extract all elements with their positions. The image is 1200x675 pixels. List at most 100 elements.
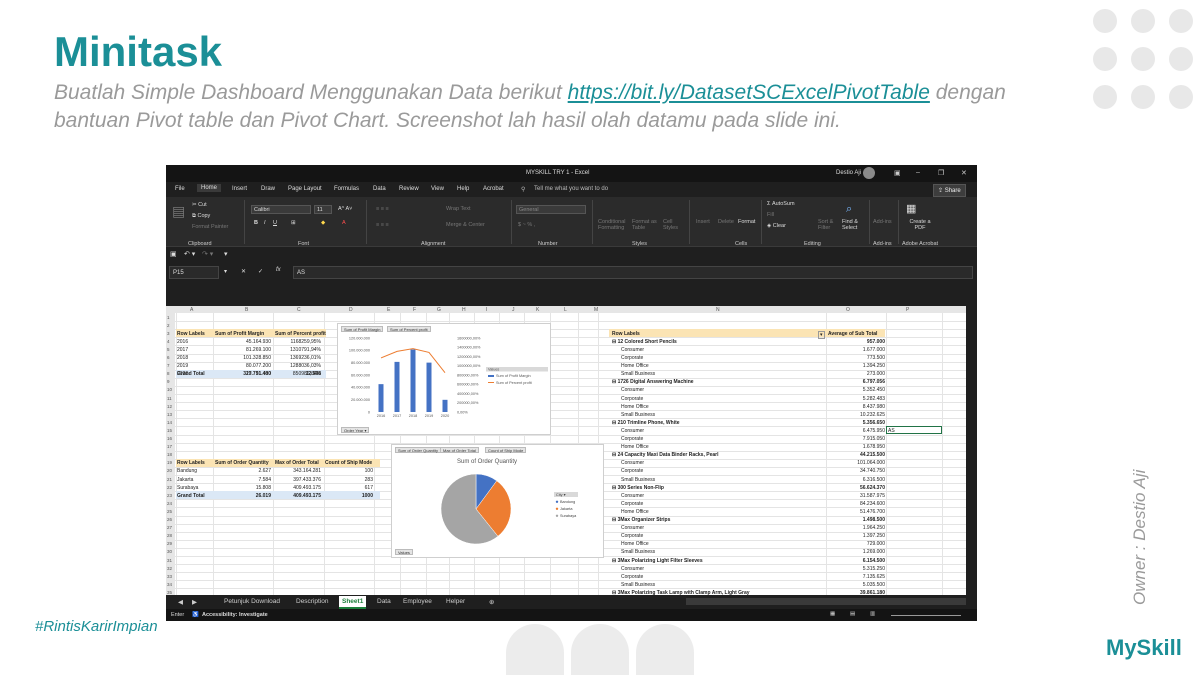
share-button[interactable]: ⇪ Share [933, 184, 966, 197]
merge-center-button[interactable]: Merge & Center [446, 222, 485, 228]
row-header[interactable]: 34 [167, 582, 172, 587]
bar-profit-margin[interactable] [426, 362, 432, 412]
row-header[interactable]: 19 [167, 460, 172, 465]
save-icon[interactable]: ▣ [170, 250, 177, 258]
row-header[interactable]: 10 [167, 387, 172, 392]
font-size-select[interactable]: 11 [314, 205, 332, 214]
prev-sheet-icon[interactable]: ◀ [178, 598, 183, 606]
borders-icon[interactable]: ⊞ [291, 220, 296, 226]
font-name-select[interactable]: Calibri [251, 205, 311, 214]
normal-view-icon[interactable]: ▦ [830, 611, 835, 617]
zoom-slider[interactable] [891, 615, 961, 616]
name-box[interactable]: P15 [169, 266, 219, 279]
conditional-formatting-button[interactable]: Conditional Formatting [598, 219, 626, 231]
row-header[interactable]: 14 [167, 420, 172, 425]
menu-view[interactable]: View [431, 186, 444, 192]
row-header[interactable]: 20 [167, 468, 172, 473]
filter-dropdown-icon[interactable]: ▾ [818, 330, 825, 339]
fill-color-icon[interactable]: ◆ [321, 220, 325, 226]
sheet-tab[interactable]: Helper [446, 598, 465, 605]
row-header[interactable]: 5 [167, 347, 170, 352]
insert-cells-button[interactable]: Insert [696, 219, 710, 225]
row-header[interactable]: 8 [167, 371, 170, 376]
sheet-tab[interactable]: Employee [403, 598, 432, 605]
bar-profit-margin[interactable] [442, 399, 448, 412]
row-header[interactable]: 11 [167, 396, 172, 401]
row-header[interactable]: 16 [167, 436, 172, 441]
row-header[interactable]: 13 [167, 412, 172, 417]
close-icon[interactable]: ✕ [961, 169, 967, 177]
currency-icon[interactable]: $ ~ % , [518, 222, 535, 228]
row-header[interactable]: 28 [167, 533, 172, 538]
cell-styles-button[interactable]: Cell Styles [663, 219, 683, 231]
addins-button[interactable]: Add-ins [873, 219, 892, 225]
row-header[interactable]: 1 [167, 315, 170, 320]
dataset-link[interactable]: https://bit.ly/DatasetSCExcelPivotTable [568, 81, 930, 104]
redo-icon[interactable]: ↷ ▾ [202, 250, 213, 258]
bar-profit-margin[interactable] [410, 349, 416, 412]
row-header[interactable]: 2 [167, 323, 170, 328]
cut-button[interactable]: ✂ Cut [192, 202, 207, 208]
menu-insert[interactable]: Insert [232, 186, 247, 192]
customize-qat-icon[interactable]: ▾ [224, 250, 228, 258]
formula-input[interactable]: AS [293, 266, 973, 279]
underline-icon[interactable]: U [273, 220, 277, 226]
page-layout-view-icon[interactable]: ▤ [850, 611, 855, 617]
menu-page-layout[interactable]: Page Layout [288, 186, 322, 192]
font-color-icon[interactable]: A [342, 220, 346, 226]
next-sheet-icon[interactable]: ▶ [192, 598, 197, 606]
page-break-view-icon[interactable]: ▥ [870, 611, 875, 617]
row-header[interactable]: 30 [167, 549, 172, 554]
format-cells-button[interactable]: Format [738, 219, 755, 225]
menu-file[interactable]: File [175, 186, 185, 192]
ribbon-display-icon[interactable]: ▣ [894, 169, 901, 177]
accessibility-status[interactable]: Accessibility: Investigate [202, 612, 268, 618]
vertical-scrollbar[interactable] [966, 305, 977, 595]
avatar[interactable] [863, 167, 875, 179]
sheet-tab[interactable]: Petunjuk Download [224, 598, 280, 605]
format-as-table-button[interactable]: Format as Table [632, 219, 660, 231]
row-header[interactable]: 29 [167, 541, 172, 546]
worksheet-grid[interactable]: 1 2 3 4 5 6 7 8 9 10 11 12 13 14 15 16 17 18 19 20 21 22 23 24 2… [166, 313, 966, 595]
row-header[interactable]: 27 [167, 525, 172, 530]
bar-profit-margin[interactable] [394, 361, 400, 412]
row-header[interactable]: 33 [167, 574, 172, 579]
sheet-tab-active[interactable]: Sheet1 [339, 596, 367, 609]
sort-filter-button[interactable]: Sort & Filter [818, 219, 838, 231]
minimize-icon[interactable]: – [916, 169, 920, 176]
row-header[interactable]: 18 [167, 452, 172, 457]
italic-icon[interactable]: I [264, 220, 266, 226]
menu-data[interactable]: Data [373, 186, 386, 192]
menu-home[interactable]: Home [197, 184, 222, 192]
row-header[interactable]: 15 [167, 428, 172, 433]
align-left-icon[interactable]: ≡ ≡ ≡ [376, 222, 389, 228]
row-header[interactable]: 9 [167, 379, 170, 384]
format-painter-button[interactable]: Format Painter [192, 224, 228, 230]
menu-help[interactable]: Help [457, 186, 469, 192]
delete-cells-button[interactable]: Delete [718, 219, 734, 225]
row-header[interactable]: 31 [167, 558, 172, 563]
autosum-button[interactable]: Σ AutoSum [767, 201, 795, 207]
bar-profit-margin[interactable] [378, 384, 384, 412]
horizontal-scrollbar[interactable] [686, 598, 966, 605]
sheet-tab[interactable]: Description [296, 598, 329, 605]
name-box-dropdown-icon[interactable]: ▾ [224, 268, 227, 275]
paste-icon[interactable]: ▤ [172, 203, 185, 220]
wrap-text-button[interactable]: Wrap Text [446, 206, 471, 212]
fill-button[interactable]: Fill [767, 212, 774, 218]
row-header[interactable]: 22 [167, 485, 172, 490]
row-header[interactable]: 6 [167, 355, 170, 360]
menu-acrobat[interactable]: Acrobat [483, 186, 504, 192]
add-sheet-icon[interactable]: ⊕ [489, 598, 494, 606]
create-pdf-button[interactable]: Create a PDF [906, 219, 934, 231]
sheet-tab[interactable]: Data [377, 598, 391, 605]
insert-function-icon[interactable]: fx [276, 267, 281, 273]
row-header[interactable]: 21 [167, 477, 172, 482]
undo-icon[interactable]: ↶ ▾ [184, 250, 195, 258]
menu-draw[interactable]: Draw [261, 186, 275, 192]
row-header[interactable]: 4 [167, 339, 170, 344]
tell-me-search[interactable]: Tell me what you want to do [534, 186, 608, 192]
clear-button[interactable]: ◈ Clear [767, 223, 786, 229]
menu-formulas[interactable]: Formulas [334, 186, 359, 192]
menu-review[interactable]: Review [399, 186, 419, 192]
